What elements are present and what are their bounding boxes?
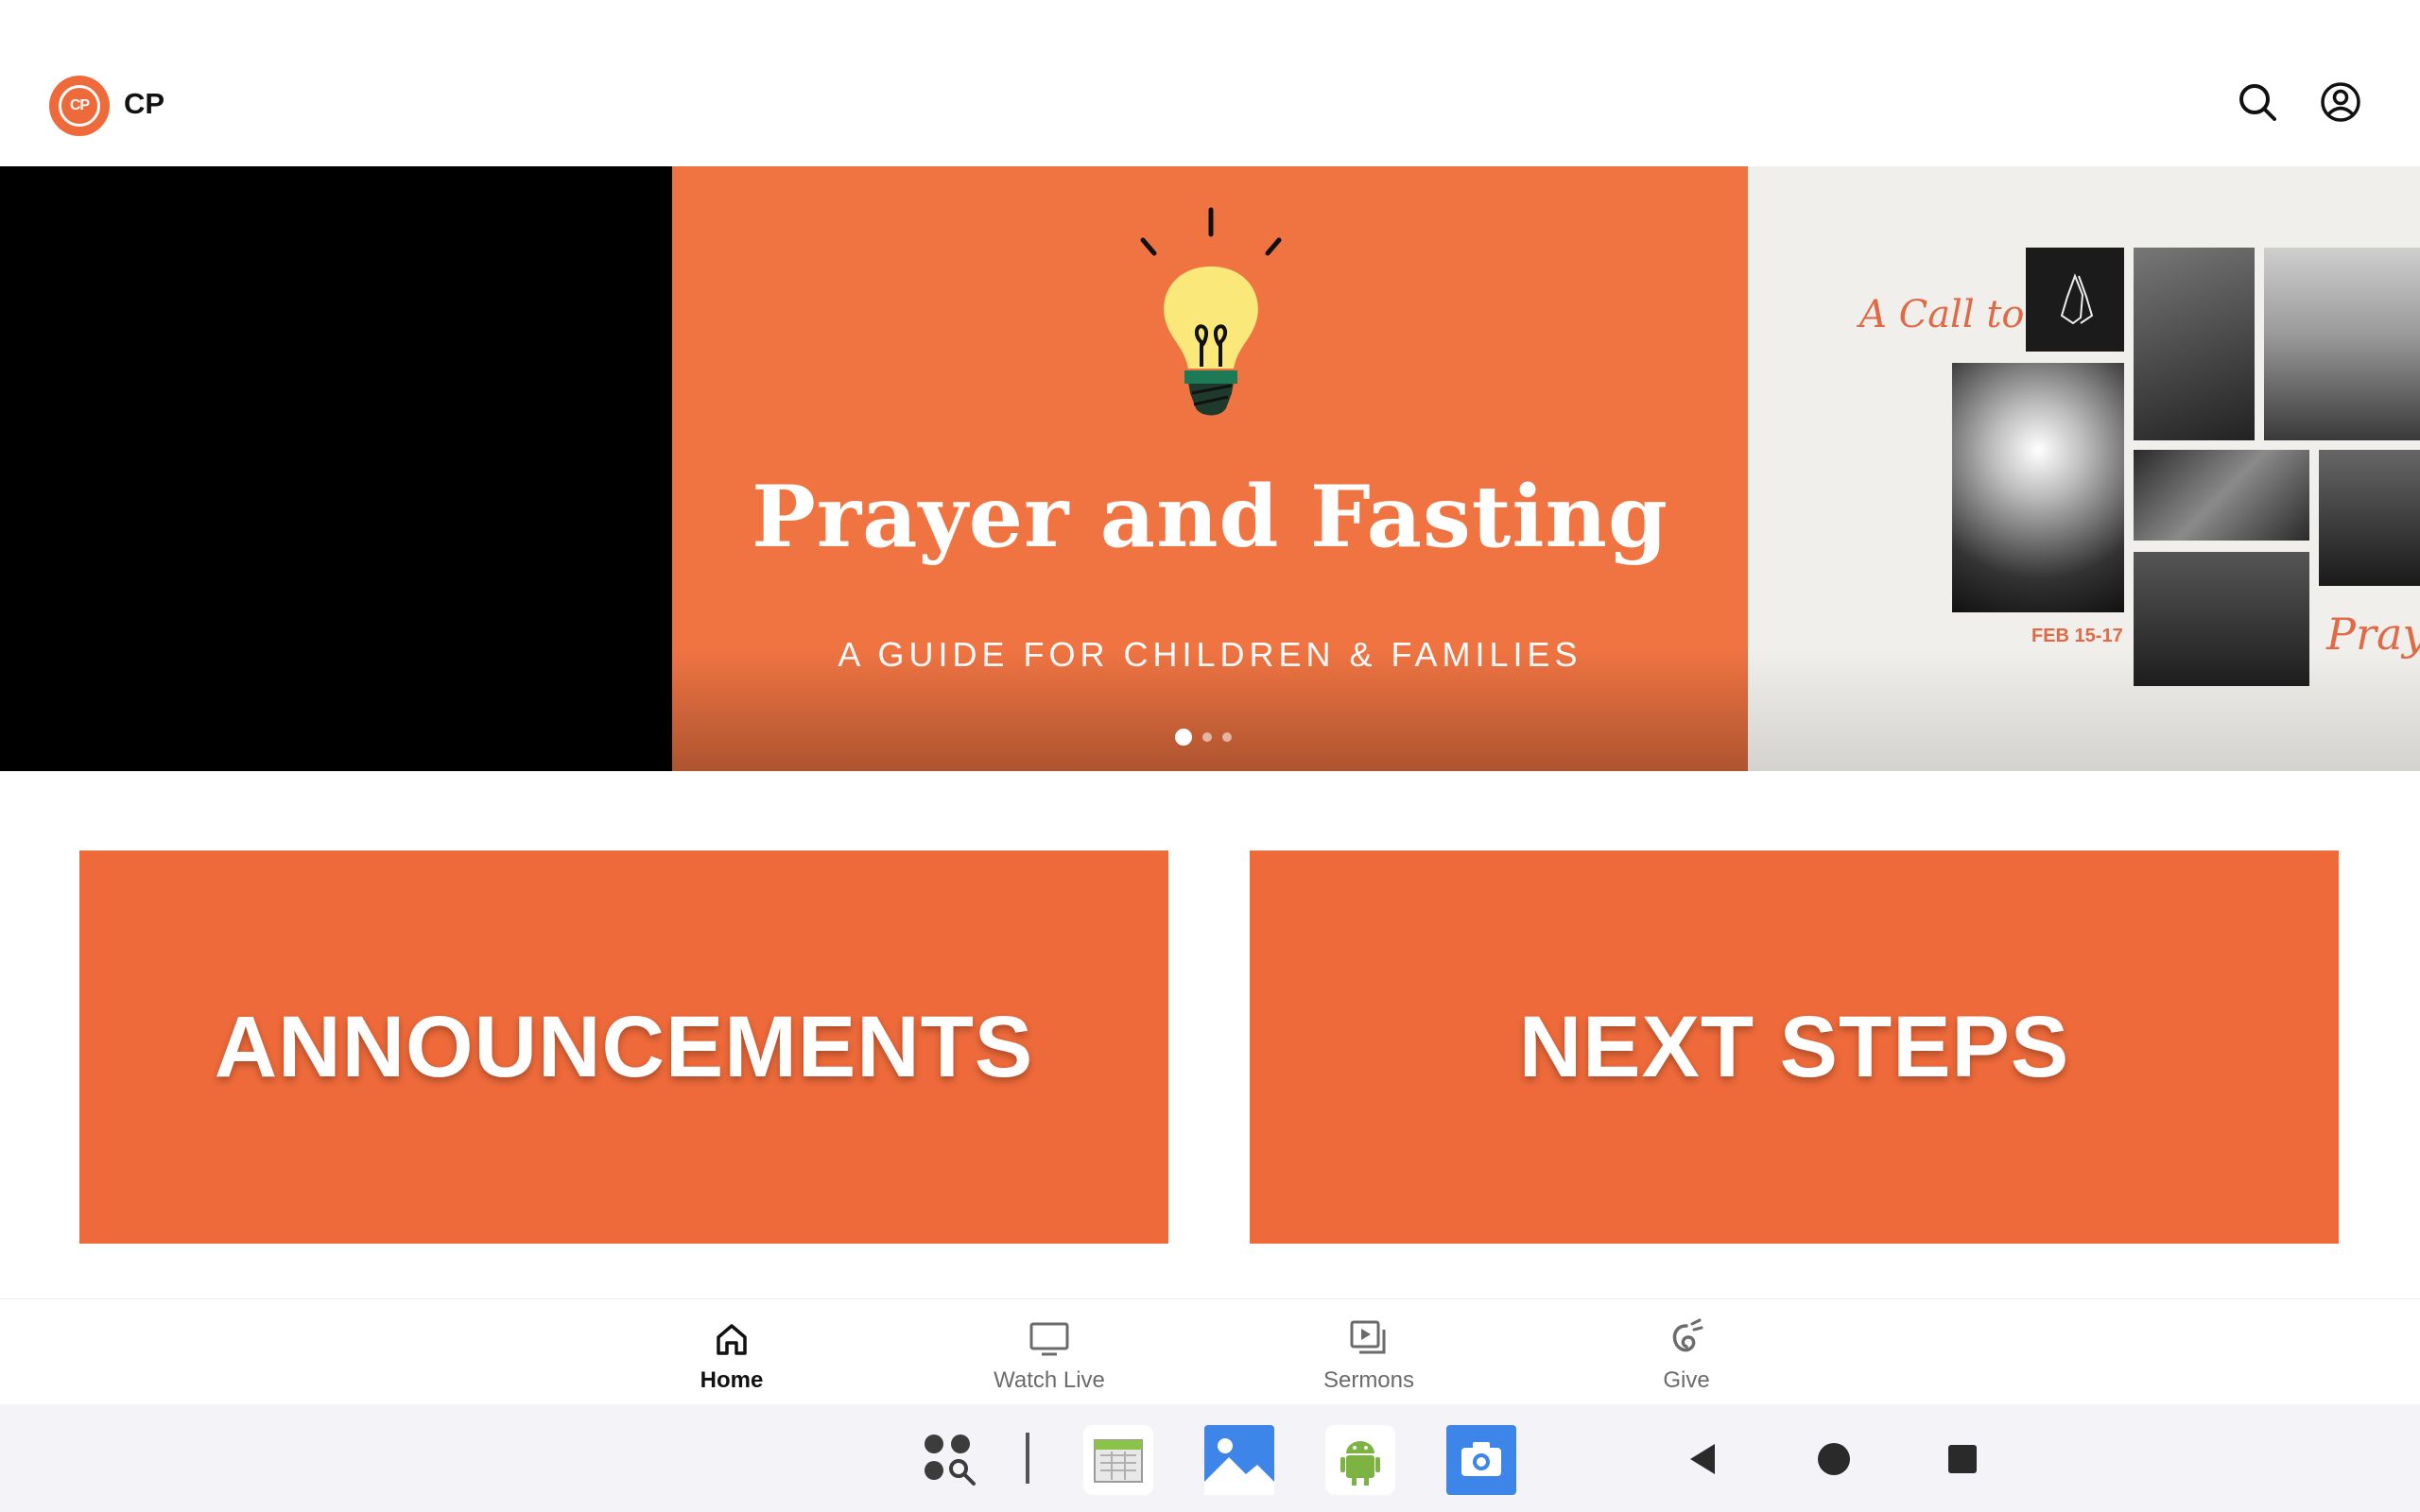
tile-label: NEXT STEPS [1518,998,2070,1095]
home-icon [717,1324,747,1355]
tv-icon [1029,1322,1069,1356]
carousel-slide-next[interactable]: A Call to FEB 15-17 Praye [1748,166,2420,771]
logo-text: CP [59,85,100,127]
gallery-app-icon[interactable] [1204,1425,1274,1495]
carousel-pagination [1175,728,1232,747]
video-library-icon [1350,1320,1386,1354]
tab-watch-live[interactable]: Watch Live [945,1299,1153,1405]
carousel-slide-current[interactable]: Prayer and Fasting A GUIDE FOR CHILDREN … [672,166,1748,771]
pagination-dot[interactable] [1222,732,1232,742]
app-logo[interactable]: CP [49,76,110,136]
slide-gradient-overlay [1748,648,2420,771]
raised-hands-photo [1952,363,2124,612]
tab-home[interactable]: Home [628,1299,836,1405]
tab-label: Give [1663,1367,1710,1393]
app-title: CP [124,87,165,120]
praying-hands-icon [2060,273,2094,325]
announcements-tile[interactable]: ANNOUNCEMENTS [79,850,1168,1244]
next-steps-tile[interactable]: NEXT STEPS [1250,850,2339,1244]
calendar-app-icon[interactable] [1083,1425,1153,1495]
bible-hands-photo [2134,450,2309,541]
pagination-dot[interactable] [1202,732,1212,742]
next-slide-script-footer: Praye [2326,609,2420,660]
tile-label: ANNOUNCEMENTS [214,998,1034,1095]
next-slide-script-heading: A Call to [1859,293,2025,336]
app-header: CP CP [0,0,2420,166]
tab-label: Home [700,1367,764,1393]
tab-give[interactable]: Give [1582,1299,1790,1405]
pagination-dot-active[interactable] [1175,729,1192,746]
tab-label: Watch Live [994,1367,1105,1393]
camera-app-icon[interactable] [1446,1425,1516,1495]
hero-title: Prayer and Fasting [752,467,1668,567]
carousel-slide-previous[interactable] [0,166,672,771]
tab-label: Sermons [1322,1367,1415,1393]
group-photo-1 [2319,450,2420,586]
app-drawer-search-icon[interactable] [921,1431,979,1489]
home-circle-icon[interactable] [1817,1442,1851,1476]
stage-photo [2264,248,2420,440]
worship-photo-1 [2134,248,2255,440]
next-slide-date: FEB 15-17 [2031,626,2123,646]
search-icon[interactable] [2235,79,2280,125]
recents-icon[interactable] [1947,1444,1978,1474]
group-prayer-photo [2134,552,2309,686]
give-icon [1672,1318,1703,1352]
tab-sermons[interactable]: Sermons [1265,1299,1473,1405]
system-navigation-bar [0,1404,2420,1512]
dock-divider [1026,1433,1029,1484]
hero-carousel[interactable]: Prayer and Fasting A GUIDE FOR CHILDREN … [0,166,2420,771]
lightbulb-icon [1140,207,1282,416]
praying-hands-photo [2026,248,2124,352]
back-icon[interactable] [1686,1442,1720,1476]
bottom-tab-bar: Home Watch Live Sermons Give [0,1298,2420,1404]
hero-subtitle: A GUIDE FOR CHILDREN & FAMILIES [838,635,1582,674]
android-app-icon[interactable] [1325,1425,1395,1495]
account-circle-icon[interactable] [2318,79,2363,125]
